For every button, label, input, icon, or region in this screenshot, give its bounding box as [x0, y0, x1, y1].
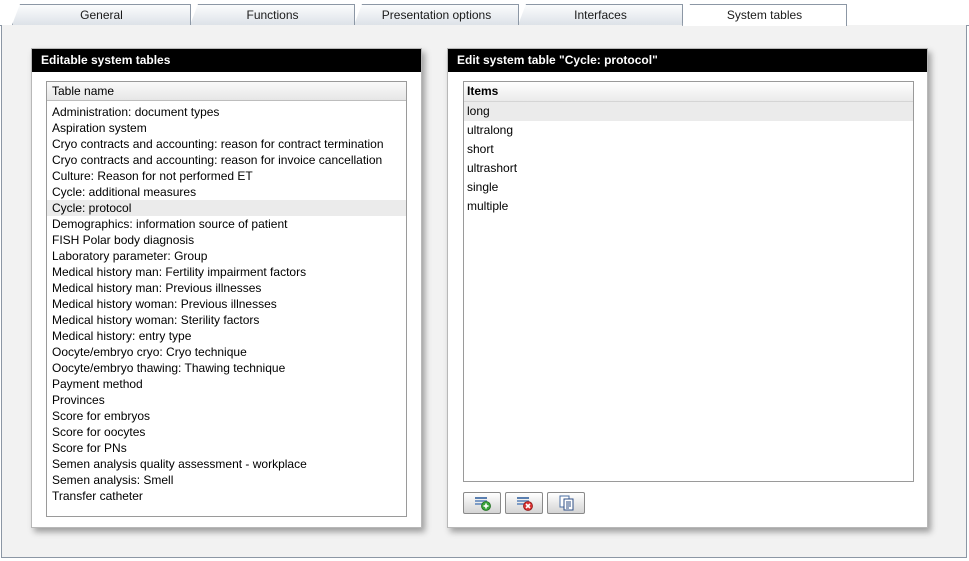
table-row[interactable]: Laboratory parameter: Group — [47, 248, 406, 264]
table-row[interactable]: Payment method — [47, 376, 406, 392]
column-header-table-name[interactable]: Table name — [47, 82, 406, 101]
editable-system-tables-panel: Editable system tables Table name Admini… — [31, 48, 422, 528]
item-row[interactable]: ultralong — [464, 121, 913, 140]
item-row[interactable]: short — [464, 140, 913, 159]
table-row[interactable]: Cycle: additional measures — [47, 184, 406, 200]
tab-general[interactable]: General — [12, 4, 191, 25]
copy-document-icon — [559, 495, 574, 511]
tab-bar: General Functions Presentation options I… — [0, 0, 969, 26]
panel-title: Editable system tables — [32, 49, 421, 72]
edit-system-table-panel: Edit system table "Cycle: protocol" Item… — [447, 48, 928, 528]
items-list[interactable]: Items long ultralong short ultrashort single… — [463, 81, 914, 482]
tab-interfaces[interactable]: Interfaces — [518, 4, 683, 25]
item-row[interactable]: multiple — [464, 197, 913, 216]
table-row[interactable]: Transfer catheter — [47, 488, 406, 504]
tab-functions[interactable]: Functions — [190, 4, 355, 25]
add-item-button[interactable] — [463, 492, 501, 514]
table-row[interactable]: Medical history: entry type — [47, 328, 406, 344]
item-rows: long ultralong short ultrashort single multip… — [464, 102, 913, 216]
tab-system-tables[interactable]: System tables — [682, 4, 847, 26]
item-row[interactable]: single — [464, 178, 913, 197]
tab-presentation-options[interactable]: Presentation options — [354, 4, 519, 25]
delete-row-icon — [517, 497, 533, 511]
table-row[interactable]: Demographics: information source of pati… — [47, 216, 406, 232]
table-row[interactable]: FISH Polar body diagnosis — [47, 232, 406, 248]
table-row[interactable]: Medical history man: Fertility impairmen… — [47, 264, 406, 280]
table-row[interactable]: Cryo contracts and accounting: reason fo… — [47, 152, 406, 168]
table-row[interactable]: Score for PNs — [47, 440, 406, 456]
table-rows: Administration: document types Aspiration… — [47, 101, 406, 504]
table-row[interactable]: Score for oocytes — [47, 424, 406, 440]
copy-item-button[interactable] — [547, 492, 585, 514]
table-row[interactable]: Culture: Reason for not performed ET — [47, 168, 406, 184]
item-row[interactable]: long — [464, 102, 913, 121]
system-tables-list[interactable]: Table name Administration: document type… — [46, 81, 407, 517]
table-row[interactable]: Oocyte/embryo cryo: Cryo technique — [47, 344, 406, 360]
table-row[interactable]: Provinces — [47, 392, 406, 408]
table-row[interactable]: Medical history woman: Sterility factors — [47, 312, 406, 328]
table-row[interactable]: Medical history woman: Previous illnesse… — [47, 296, 406, 312]
column-header-items[interactable]: Items — [464, 82, 913, 102]
table-row[interactable]: Administration: document types — [47, 104, 406, 120]
table-row[interactable]: Cycle: protocol — [47, 200, 406, 216]
table-row[interactable]: Score for embryos — [47, 408, 406, 424]
panel-title: Edit system table "Cycle: protocol" — [448, 49, 927, 72]
table-row[interactable]: Semen analysis quality assessment - work… — [47, 456, 406, 472]
delete-item-button[interactable] — [505, 492, 543, 514]
add-row-icon — [475, 497, 491, 511]
table-row[interactable]: Cryo contracts and accounting: reason fo… — [47, 136, 406, 152]
table-row[interactable]: Oocyte/embryo thawing: Thawing technique — [47, 360, 406, 376]
table-row[interactable]: Medical history man: Previous illnesses — [47, 280, 406, 296]
item-row[interactable]: ultrashort — [464, 159, 913, 178]
table-row[interactable]: Aspiration system — [47, 120, 406, 136]
table-row[interactable]: Semen analysis: Smell — [47, 472, 406, 488]
